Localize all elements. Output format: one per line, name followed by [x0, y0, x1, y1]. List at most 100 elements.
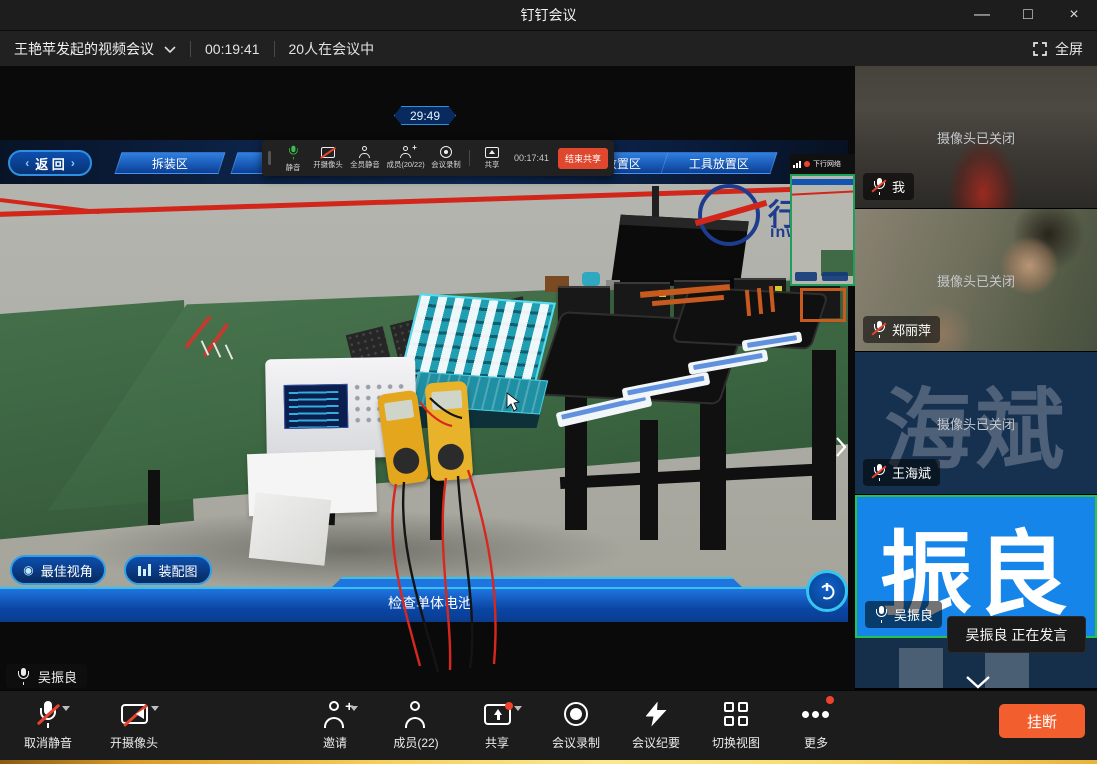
presenter-name-chip: 吴振良 — [6, 664, 87, 688]
caret-down-icon[interactable] — [514, 706, 522, 711]
float-members: +成员(20/22) — [388, 146, 424, 170]
camera-off-text: 摄像头已关闭 — [855, 271, 1097, 290]
participant-name-chip: 吴振良 — [865, 601, 942, 628]
eye-icon: ◉ — [23, 564, 33, 576]
back-arrow-right-icon: › — [71, 156, 75, 170]
chevron-right-icon — [835, 436, 847, 458]
caret-down-icon[interactable] — [62, 706, 70, 711]
chevron-down-icon — [964, 675, 992, 691]
paper-sheet — [249, 492, 331, 566]
fullscreen-label: 全屏 — [1055, 39, 1083, 59]
mic-muted-icon — [872, 178, 886, 195]
small-part — [582, 272, 600, 286]
sim-tab-disassembly: 拆装区 — [114, 152, 225, 174]
share-button[interactable]: 共享 — [467, 700, 527, 751]
share-screen-icon — [484, 704, 511, 725]
hangup-button[interactable]: 挂断 — [999, 704, 1085, 738]
participants-sidebar: 摄像头已关闭 我 摄像头已关闭 郑丽萍 海斌 摄像头已关闭 王海斌 振良 — [855, 66, 1097, 690]
meeting-toolbar: 取消静音 开摄像头 + 邀请 成员(22) 共享 会议录制 会议纪要 切换视图 — [0, 690, 1097, 760]
float-camera: 开摄像头 — [315, 147, 343, 170]
end-share-button: 结束共享 — [558, 148, 608, 169]
meeting-duration: 00:19:41 — [205, 41, 260, 57]
minutes-button[interactable]: 会议纪要 — [626, 700, 686, 751]
dingtalk-meeting-window: 钉钉会议 — □ × 王艳苹发起的视频会议 00:19:41 20人在会议中 全… — [0, 0, 1097, 764]
power-icon — [817, 581, 837, 601]
switch-view-button[interactable]: 切换视图 — [706, 700, 766, 751]
multimeter — [425, 381, 474, 482]
person-icon: + — [399, 146, 413, 158]
caret-down-icon[interactable] — [151, 706, 159, 711]
camera-off-text: 摄像头已关闭 — [855, 128, 1097, 147]
floating-meeting-bar: 静音 开摄像头 全员静音 +成员(20/22) 会议录制 共享 00:17:41… — [262, 140, 614, 176]
people-icon — [358, 146, 372, 158]
mic-icon — [287, 145, 298, 159]
participant-name: 吴振良 — [894, 605, 933, 624]
person-icon — [404, 701, 428, 728]
caret-down-icon[interactable] — [350, 706, 358, 711]
participant-name: 郑丽萍 — [892, 320, 931, 339]
sim-assembly-diagram-button: 装配图 — [124, 555, 212, 585]
window-title: 钉钉会议 — [521, 5, 577, 25]
minimize-icon[interactable]: — — [959, 0, 1005, 30]
collapse-strip-chevron[interactable] — [958, 672, 998, 694]
table-leg — [148, 470, 160, 525]
chevron-down-icon[interactable] — [164, 41, 176, 59]
float-record: 会议录制 — [432, 146, 460, 170]
sim-best-view-button: ◉ 最佳视角 — [10, 555, 106, 585]
tester-screen — [284, 384, 349, 429]
participant-name: 我 — [892, 177, 905, 196]
shared-screen-stage: ‹ 返 回 › 拆装区 电池放置区 动力电池系统装调与检测 配件放置区 工具放置… — [0, 66, 855, 690]
float-share-time: 00:17:41 — [514, 153, 549, 163]
mic-muted-icon — [872, 321, 886, 338]
participant-tile-me[interactable]: 摄像头已关闭 我 — [855, 66, 1097, 209]
participant-tile[interactable]: 海斌 摄像头已关闭 王海斌 — [855, 352, 1097, 495]
orange-frame — [800, 288, 846, 322]
share-screen-icon — [485, 147, 499, 158]
sim-tab-tools: 工具放置区 — [660, 152, 777, 174]
speaking-tooltip: 吴振良 正在发言 — [947, 616, 1086, 653]
participant-name-chip: 王海斌 — [863, 459, 940, 486]
flash-minutes-icon — [646, 702, 667, 727]
pip-video — [790, 174, 855, 286]
maximize-icon[interactable]: □ — [1005, 0, 1051, 30]
mic-on-icon — [16, 668, 30, 685]
invite-person-icon: + — [323, 701, 347, 728]
camera-off-text: 摄像头已关闭 — [855, 414, 1097, 433]
sim-back-label: 返 回 — [35, 154, 65, 173]
grid-view-icon — [724, 702, 748, 726]
participant-tile[interactable]: 摄像头已关闭 郑丽萍 — [855, 209, 1097, 352]
members-button[interactable]: 成员(22) — [381, 700, 451, 751]
pip-status-bar: 下行网络 — [790, 154, 855, 174]
sim-countdown: 29:49 — [394, 106, 456, 125]
window-titlebar: 钉钉会议 — □ × — [0, 0, 1097, 30]
unmute-button[interactable]: 取消静音 — [10, 700, 86, 751]
record-icon — [440, 146, 452, 158]
fullscreen-button[interactable]: 全屏 — [1032, 39, 1083, 59]
record-icon — [564, 702, 588, 726]
notification-dot — [826, 696, 834, 704]
camera-on-button[interactable]: 开摄像头 — [92, 700, 176, 751]
pip-status-text: 下行网络 — [813, 159, 841, 169]
desktop-edge-strip — [0, 760, 1097, 764]
divider — [274, 41, 275, 57]
camera-off-icon — [321, 147, 335, 158]
self-preview-pip: 下行网络 — [790, 154, 855, 286]
divider — [469, 150, 470, 166]
mic-muted-icon — [37, 701, 59, 728]
camera-off-icon — [121, 704, 148, 724]
close-icon[interactable]: × — [1051, 0, 1097, 30]
presenter-name: 吴振良 — [38, 667, 77, 686]
float-mute: 静音 — [280, 144, 306, 173]
task-banner-text: 检查单体电池 — [355, 593, 505, 613]
window-controls: — □ × — [959, 0, 1097, 30]
more-button[interactable]: 更多 — [790, 700, 842, 751]
sim-back-button: ‹ 返 回 › — [8, 150, 92, 176]
invite-button[interactable]: + 邀请 — [305, 700, 365, 751]
record-button[interactable]: 会议录制 — [546, 700, 606, 751]
meeting-title: 王艳苹发起的视频会议 — [14, 39, 154, 59]
signal-bars-icon — [793, 161, 801, 168]
fullscreen-icon — [1032, 41, 1048, 57]
expand-panel-chevron[interactable] — [830, 432, 852, 462]
participant-name-chip: 我 — [863, 173, 914, 200]
sim-power-button — [806, 570, 848, 612]
